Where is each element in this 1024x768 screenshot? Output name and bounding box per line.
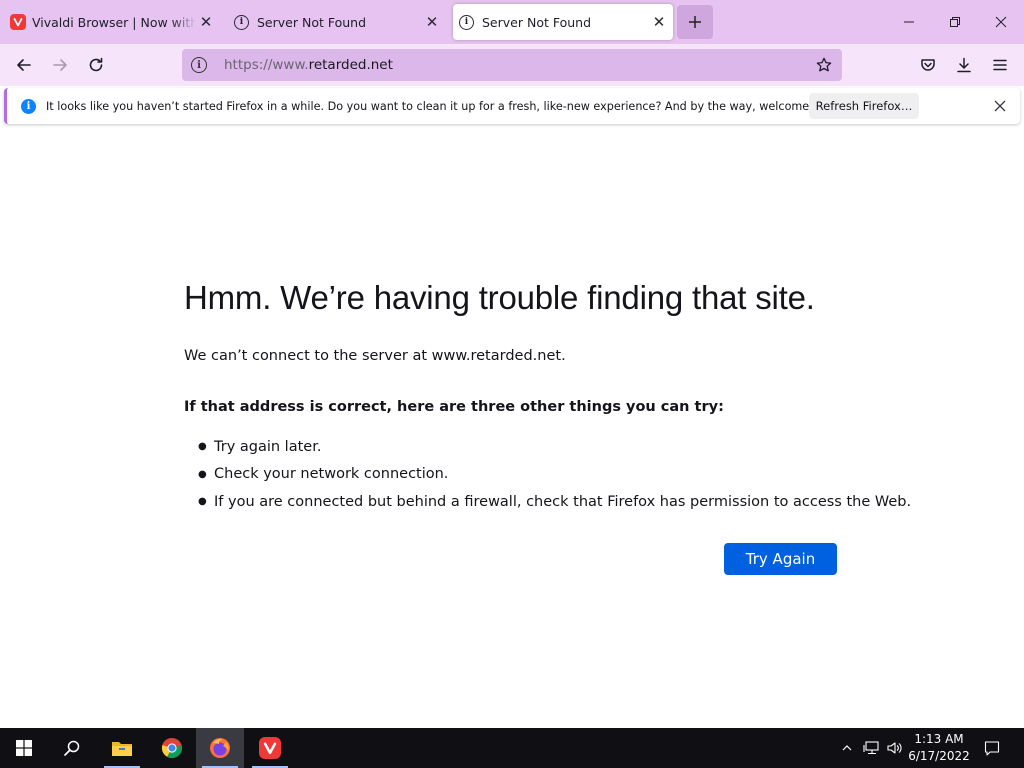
- pocket-icon: [921, 59, 935, 71]
- notification-icon: [984, 741, 1000, 756]
- suggestions-heading: If that address is correct, here are thr…: [184, 399, 724, 415]
- notification-center-button[interactable]: [978, 728, 1006, 768]
- reload-button[interactable]: [80, 49, 112, 81]
- close-window-button[interactable]: [978, 0, 1024, 44]
- windows-taskbar: 1:13 AM 6/17/2022: [0, 728, 1024, 768]
- suggestion-text: If you are connected but behind a firewa…: [214, 493, 912, 510]
- start-button[interactable]: [0, 728, 48, 768]
- list-item: ● Check your network connection.: [198, 461, 911, 489]
- try-again-button[interactable]: Try Again: [724, 543, 837, 575]
- bullet-icon: ●: [198, 496, 207, 508]
- info-icon: i: [234, 14, 249, 30]
- tab-server-not-found-active[interactable]: i Server Not Found ✕: [453, 4, 673, 40]
- minimize-button[interactable]: [886, 0, 932, 44]
- downloads-button[interactable]: [948, 49, 980, 81]
- suggestion-text: Check your network connection.: [214, 466, 449, 483]
- suggestions-list: ● Try again later. ● Check your network co…: [198, 433, 911, 516]
- bullet-icon: ●: [198, 468, 207, 480]
- suggestion-text: Try again later.: [214, 438, 322, 455]
- clock-date: 6/17/2022: [908, 749, 970, 763]
- url-scheme: https://www.: [224, 57, 309, 73]
- close-icon[interactable]: ✕: [196, 12, 216, 32]
- bookmark-button[interactable]: [812, 53, 836, 77]
- file-explorer-button[interactable]: [98, 728, 146, 768]
- search-icon: [64, 740, 80, 756]
- network-tray-button[interactable]: [860, 728, 882, 768]
- chrome-button[interactable]: [148, 728, 196, 768]
- restore-icon: [950, 17, 960, 27]
- arrow-left-icon: [17, 59, 31, 71]
- hamburger-menu-icon: [993, 59, 1007, 71]
- list-item: ● Try again later.: [198, 433, 911, 461]
- close-notification-button[interactable]: [990, 96, 1010, 116]
- restore-button[interactable]: [932, 0, 978, 44]
- close-icon: [995, 16, 1007, 28]
- refresh-notification-bar: i It looks like you haven’t started Fire…: [4, 88, 1020, 124]
- new-tab-button[interactable]: [677, 5, 713, 39]
- show-hidden-icons-button[interactable]: [838, 728, 856, 768]
- url-text[interactable]: https://www.retarded.net: [224, 57, 393, 73]
- refresh-firefox-button[interactable]: Refresh Firefox…: [809, 93, 919, 119]
- tab-title: Vivaldi Browser | Now with built-in: [32, 14, 196, 30]
- star-icon: [816, 57, 832, 72]
- arrow-right-icon: [53, 59, 67, 71]
- windows-logo-icon: [16, 740, 32, 756]
- app-menu-button[interactable]: [984, 49, 1016, 81]
- close-icon: [994, 100, 1006, 112]
- info-icon[interactable]: i: [191, 57, 207, 73]
- error-description: We can’t connect to the server at www.re…: [184, 348, 566, 364]
- address-bar[interactable]: i https://www.retarded.net: [182, 49, 842, 81]
- firefox-logo-icon: [210, 738, 230, 758]
- system-clock[interactable]: 1:13 AM 6/17/2022: [904, 731, 974, 765]
- clock-time: 1:13 AM: [914, 732, 964, 746]
- close-icon[interactable]: ✕: [422, 12, 442, 32]
- pocket-button[interactable]: [912, 49, 944, 81]
- error-title: Hmm. We’re having trouble finding that s…: [184, 279, 815, 316]
- list-item: ● If you are connected but behind a firew…: [198, 488, 911, 516]
- chrome-logo-icon: [161, 737, 183, 759]
- tab-strip: Vivaldi Browser | Now with built-in ✕ i …: [0, 0, 1024, 44]
- tab-title: Server Not Found: [257, 14, 367, 30]
- bullet-icon: ●: [198, 441, 207, 453]
- reload-icon: [89, 57, 103, 72]
- vivaldi-logo-icon: [259, 737, 281, 759]
- tab-title: Server Not Found: [482, 14, 592, 30]
- info-icon: i: [21, 98, 36, 114]
- speaker-icon: [887, 742, 902, 754]
- url-host: retarded.net: [308, 57, 393, 73]
- navigation-toolbar: i https://www.retarded.net: [0, 44, 1024, 86]
- info-icon: i: [459, 14, 474, 30]
- download-icon: [957, 57, 971, 73]
- notification-message: It looks like you haven’t started Firefo…: [46, 99, 844, 113]
- back-button[interactable]: [8, 49, 40, 81]
- close-icon[interactable]: ✕: [649, 12, 669, 32]
- tab-vivaldi[interactable]: Vivaldi Browser | Now with built-in ✕: [6, 4, 220, 40]
- vivaldi-logo-icon: [10, 14, 26, 30]
- chevron-up-icon: [842, 745, 852, 751]
- volume-tray-button[interactable]: [884, 728, 906, 768]
- forward-button[interactable]: [44, 49, 76, 81]
- vivaldi-button[interactable]: [246, 728, 294, 768]
- folder-icon: [112, 742, 132, 756]
- minimize-icon: [904, 21, 914, 23]
- plus-icon: [689, 16, 701, 28]
- search-button[interactable]: [48, 728, 96, 768]
- firefox-button[interactable]: [196, 728, 244, 768]
- network-icon: [863, 741, 879, 755]
- tab-server-not-found[interactable]: i Server Not Found ✕: [228, 4, 446, 40]
